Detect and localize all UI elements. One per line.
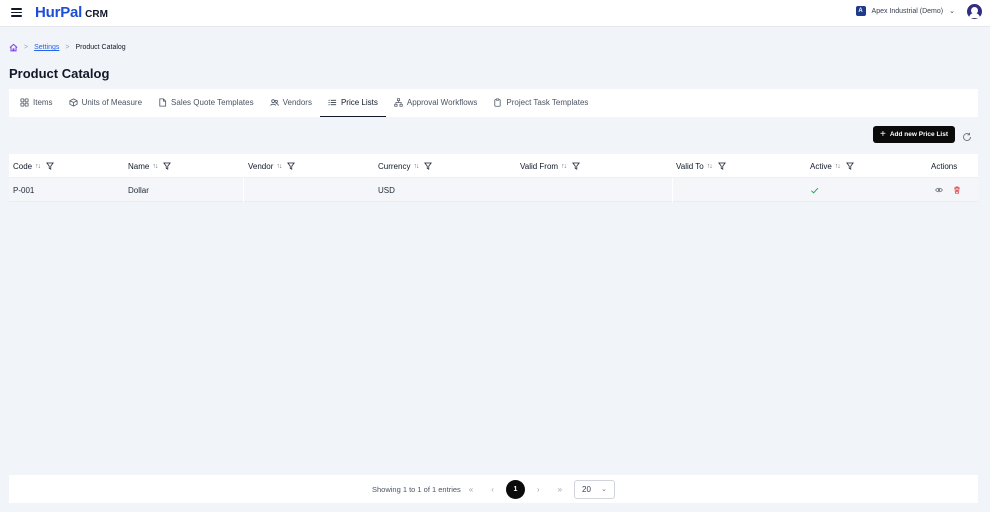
company-switcher[interactable]: A Apex Industrial (Demo) ⌄ [855,6,955,16]
users-icon [269,99,279,106]
sort-icon[interactable]: ↑↓ [561,163,567,170]
tab-label: Vendors [282,98,312,107]
company-name: Apex Industrial (Demo) [871,7,944,15]
rows-per-page-value: 20 [582,484,591,494]
chevron-down-icon: ⌄ [949,8,955,15]
sort-icon[interactable]: ↑↓ [152,163,158,170]
view-icon[interactable] [935,186,943,194]
tab-sales-quote-templates[interactable]: Sales Quote Templates [150,89,262,117]
logo-main-text: HurPal [35,4,83,21]
price-lists-table: Code ↑↓ Name ↑↓ Vendor ↑↓ Currency ↑↓ Valid … [9,154,978,202]
top-bar: HurPal CRM A Apex Industrial (Demo) ⌄ [0,0,990,27]
col-header-name[interactable]: Name ↑↓ [128,154,172,178]
refresh-icon[interactable] [962,129,972,141]
column-divider [672,178,673,202]
table-row[interactable]: P-001 Dollar USD [9,178,978,202]
tab-items[interactable]: Items [12,89,61,117]
workflow-icon [394,98,403,107]
cell-active [810,178,819,202]
breadcrumb: > Settings > Product Catalog [9,43,126,52]
rows-per-page-select[interactable]: 20 ⌄ [574,479,616,499]
cell-name: Dollar [128,185,149,195]
breadcrumb-current: Product Catalog [75,44,126,51]
tab-price-lists[interactable]: Price Lists [319,89,386,117]
col-header-label: Valid To [676,161,704,171]
filter-icon[interactable] [717,162,726,170]
col-header-valid-from[interactable]: Valid From ↑↓ [520,154,581,178]
table-header: Code ↑↓ Name ↑↓ Vendor ↑↓ Currency ↑↓ Valid … [9,154,978,178]
chevron-down-icon: ⌄ [601,486,608,493]
user-avatar[interactable] [967,4,982,19]
document-icon [159,98,167,107]
grid-icon [20,98,29,107]
avatar-body [969,13,980,18]
col-header-label: Active [810,161,832,171]
column-divider [243,178,244,202]
entries-summary: Showing 1 to 1 of 1 entries [371,484,461,494]
col-header-label: Vendor [248,161,274,171]
breadcrumb-settings-link[interactable]: Settings [34,44,59,51]
plus-icon: + [880,128,886,140]
tab-vendors[interactable]: Vendors [262,89,320,117]
col-header-code[interactable]: Code ↑↓ [13,154,55,178]
delete-icon[interactable] [953,186,961,194]
first-page-icon[interactable]: « [469,485,473,494]
box-icon [69,98,78,107]
cell-currency: USD [378,185,395,195]
col-header-label: Valid From [520,161,559,171]
company-badge-icon: A [855,6,866,16]
filter-icon[interactable] [424,162,433,170]
sort-icon[interactable]: ↑↓ [835,163,841,170]
col-header-actions: Actions [931,154,957,178]
cell-code: P-001 [13,185,35,195]
breadcrumb-separator: > [65,44,70,51]
filter-icon[interactable] [287,162,296,170]
col-header-currency[interactable]: Currency ↑↓ [378,154,433,178]
last-page-icon[interactable]: » [558,485,562,494]
sort-icon[interactable]: ↑↓ [276,163,282,170]
col-header-label: Code [13,161,33,171]
col-header-label: Currency [378,161,411,171]
logo-sub-text: CRM [85,9,108,20]
sort-icon[interactable]: ↑↓ [35,163,41,170]
cell-actions [935,178,961,202]
tab-label: Project Task Templates [506,98,589,107]
tab-label: Approval Workflows [406,98,478,107]
col-header-valid-to[interactable]: Valid To ↑↓ [676,154,726,178]
filter-icon[interactable] [46,162,55,170]
page-title: Product Catalog [9,66,110,81]
tab-label: Units of Measure [81,98,143,107]
page-button-current[interactable]: 1 [505,479,525,499]
pagination-bar: Showing 1 to 1 of 1 entries « ‹ 1 › » 20… [9,475,978,503]
tab-label: Sales Quote Templates [171,98,254,107]
col-header-label: Name [128,161,150,171]
breadcrumb-separator: > [24,44,29,51]
tab-units-of-measure[interactable]: Units of Measure [61,89,150,117]
tab-approval-workflows[interactable]: Approval Workflows [386,89,486,117]
clipboard-icon [494,98,502,107]
next-page-icon[interactable]: › [537,485,540,494]
tab-label: Items [33,98,53,107]
col-header-vendor[interactable]: Vendor ↑↓ [248,154,296,178]
filter-icon[interactable] [163,162,172,170]
col-header-label: Actions [931,161,958,171]
sort-icon[interactable]: ↑↓ [413,163,419,170]
tab-label: Price Lists [340,98,378,107]
home-icon[interactable] [9,43,18,52]
sort-icon[interactable]: ↑↓ [707,163,713,170]
col-header-active[interactable]: Active ↑↓ [810,154,854,178]
app-logo[interactable]: HurPal CRM [35,4,108,21]
check-icon [811,187,819,193]
tab-project-task-templates[interactable]: Project Task Templates [485,89,596,117]
tab-bar: Items Units of Measure Sales Quote Templ… [9,89,978,117]
add-price-list-label: Add new Price List [889,131,948,138]
filter-icon[interactable] [572,162,581,170]
prev-page-icon[interactable]: ‹ [491,485,494,494]
menu-icon[interactable] [11,8,22,17]
add-price-list-button[interactable]: + Add new Price List [873,126,955,143]
filter-icon[interactable] [845,162,854,170]
pager: « ‹ 1 › » 20 ⌄ [461,479,616,499]
list-icon [328,99,337,106]
